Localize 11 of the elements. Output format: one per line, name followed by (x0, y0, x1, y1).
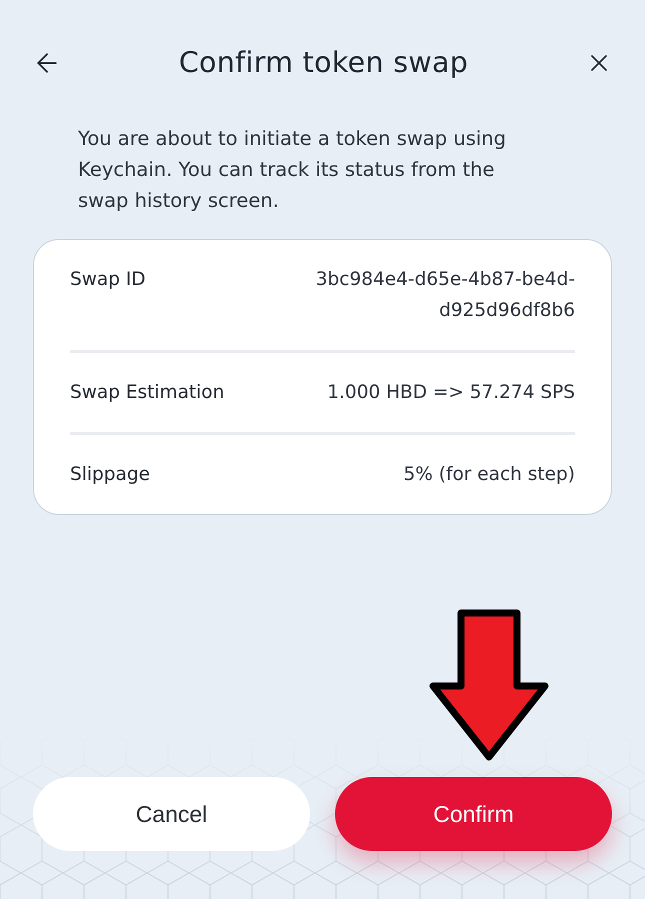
down-arrow-icon (429, 609, 549, 761)
detail-label: Swap Estimation (70, 380, 224, 405)
detail-label: Swap ID (70, 268, 146, 292)
description-text: You are about to initiate a token swap using Keychain. You can track its status from the swap history screen. (78, 126, 508, 214)
cancel-button[interactable]: Cancel (33, 777, 310, 851)
detail-label: Slippage (70, 462, 150, 487)
detail-value: 1.000 HBD => 57.274 SPS (327, 380, 575, 405)
detail-value: 3bc984e4-d65e-4b87-be4d-d925d96df8b6 (314, 268, 575, 323)
detail-value: 5% (for each step) (404, 462, 575, 487)
window-title: Confirm token swap (178, 45, 468, 81)
confirm-button[interactable]: Confirm (335, 777, 612, 851)
